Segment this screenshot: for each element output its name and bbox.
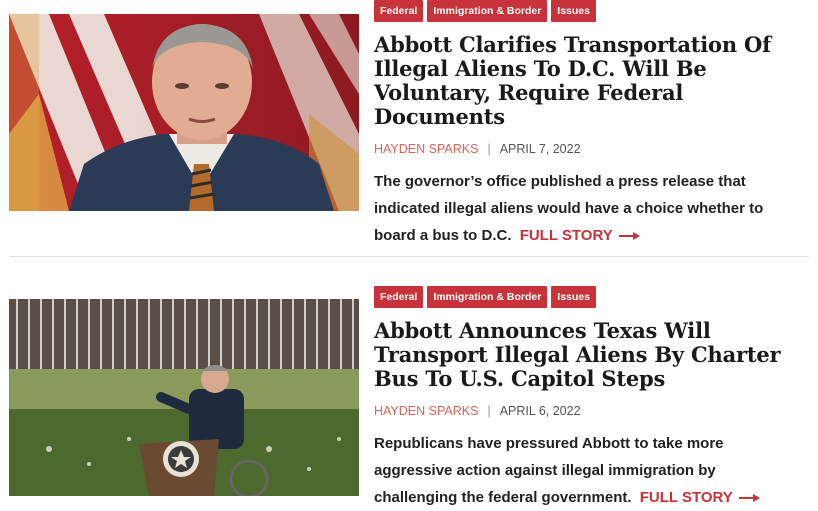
author-link[interactable]: HAYDEN SPARKS — [374, 404, 478, 418]
article-content: Federal Immigration & Border Issues Abbo… — [374, 0, 814, 249]
publish-date: APRIL 7, 2022 — [499, 142, 581, 156]
tag-issues[interactable]: Issues — [551, 0, 596, 22]
tag-list: Federal Immigration & Border Issues — [374, 286, 814, 310]
tag-immigration-border[interactable]: Immigration & Border — [427, 0, 548, 22]
tag-issues[interactable]: Issues — [551, 286, 596, 308]
tag-immigration-border[interactable]: Immigration & Border — [427, 286, 548, 308]
portrait-photo — [9, 14, 359, 211]
tag-federal[interactable]: Federal — [374, 0, 424, 22]
article-excerpt: The governor’s office published a press … — [374, 168, 794, 249]
article-meta: HAYDEN SPARKS | APRIL 6, 2022 — [374, 404, 814, 418]
tag-federal[interactable]: Federal — [374, 286, 424, 308]
press-conference-photo — [9, 299, 359, 496]
article-thumbnail[interactable] — [9, 299, 359, 496]
author-link[interactable]: HAYDEN SPARKS — [374, 142, 478, 156]
full-story-label: FULL STORY — [639, 489, 733, 506]
article-divider — [9, 256, 809, 257]
arrow-right-icon — [618, 232, 640, 241]
article-title[interactable]: Abbott Clarifies Transportation Of Illeg… — [374, 33, 814, 129]
article-meta: HAYDEN SPARKS | APRIL 7, 2022 — [374, 142, 814, 156]
meta-separator: | — [487, 404, 491, 418]
full-story-link[interactable]: FULL STORY — [520, 227, 641, 244]
meta-separator: | — [487, 142, 491, 156]
article-content: Federal Immigration & Border Issues Abbo… — [374, 286, 814, 511]
publish-date: APRIL 6, 2022 — [499, 404, 581, 418]
tag-list: Federal Immigration & Border Issues — [374, 0, 814, 24]
arrow-right-icon — [738, 494, 760, 503]
full-story-link[interactable]: FULL STORY — [640, 489, 761, 506]
article-title[interactable]: Abbott Announces Texas Will Transport Il… — [374, 319, 814, 391]
full-story-label: FULL STORY — [519, 227, 613, 244]
article-excerpt: Republicans have pressured Abbott to tak… — [374, 430, 794, 511]
article-thumbnail[interactable] — [9, 14, 359, 211]
